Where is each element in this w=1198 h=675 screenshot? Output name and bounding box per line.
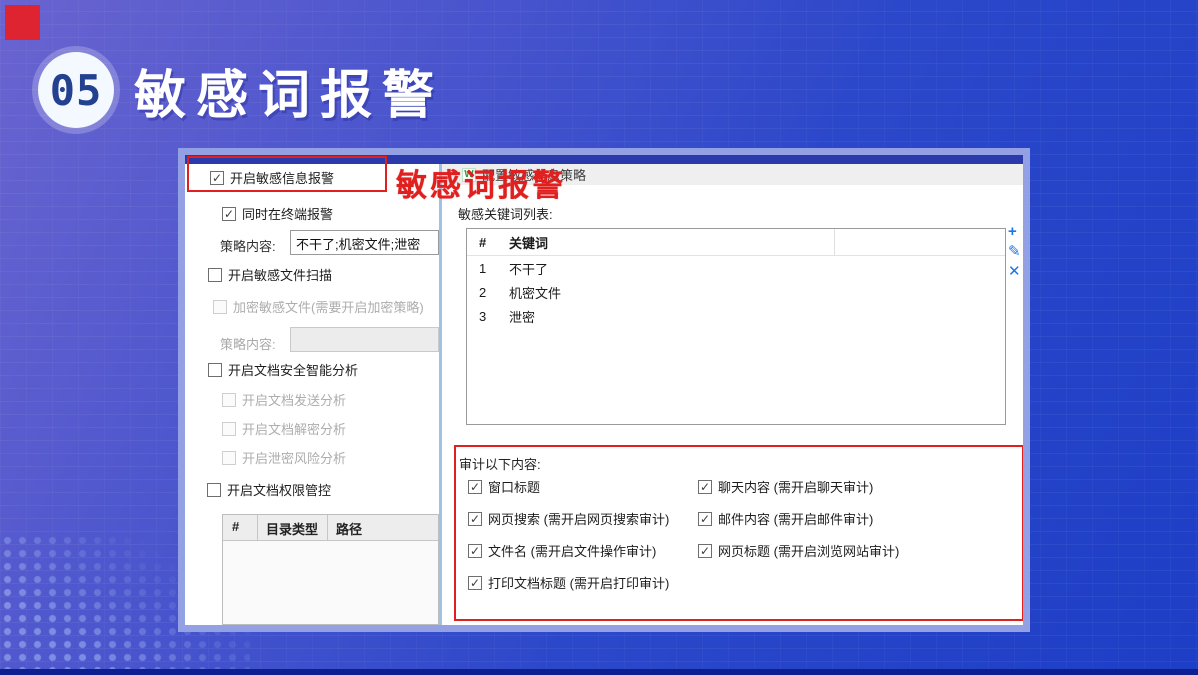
delete-keyword-icon[interactable]: ✕ xyxy=(1008,264,1021,280)
column-header-dir-type: 目录类型 xyxy=(258,515,328,540)
checkbox-label: 开启泄密风险分析 xyxy=(242,448,346,467)
checkbox-icon[interactable] xyxy=(213,300,227,314)
checkbox-enable-sensitive-alert[interactable]: ✓ 开启敏感信息报警 xyxy=(210,168,334,187)
audit-checkbox[interactable]: ✓ 窗口标题 xyxy=(468,477,669,496)
checkbox-icon[interactable] xyxy=(222,451,236,465)
policy-content-label: 策略内容: xyxy=(220,236,276,255)
directory-table-header: # 目录类型 路径 xyxy=(223,515,438,541)
audit-column-right: ✓ 聊天内容 (需开启聊天审计) ✓ 邮件内容 (需开启邮件审计) ✓ xyxy=(698,477,899,560)
checkbox-label: 开启文档解密分析 xyxy=(242,419,346,438)
keyword-table-header: # 关键词 xyxy=(467,229,1005,256)
footer-bar xyxy=(0,669,1198,675)
keyword-row[interactable]: 1 不干了 xyxy=(467,256,1005,280)
audit-content-section: 审计以下内容: ✓ 窗口标题 ✓ 网页搜索 (需开启网页搜索审计) xyxy=(454,445,1023,621)
checkbox-icon[interactable]: ✓ xyxy=(468,544,482,558)
checkbox-label: 加密敏感文件(需要开启加密策略) xyxy=(233,297,424,316)
checkbox-icon[interactable]: ✓ xyxy=(698,480,712,494)
keyword-row[interactable]: 2 机密文件 xyxy=(467,280,1005,304)
audit-checkbox[interactable]: ✓ 网页搜索 (需开启网页搜索审计) xyxy=(468,509,669,528)
keyword-index: 1 xyxy=(467,261,507,276)
configure-sensitive-policy-window: W 配置敏感信息策略 敏感关键词列表: # 关键词 1 xyxy=(439,164,1023,625)
checkbox-icon[interactable]: ✓ xyxy=(222,207,236,221)
checkbox-label: 开启敏感文件扫描 xyxy=(228,265,332,284)
audit-column-left: ✓ 窗口标题 ✓ 网页搜索 (需开启网页搜索审计) ✓ 文件名 (需 xyxy=(468,477,669,592)
checkbox-label: 同时在终端报警 xyxy=(242,204,333,223)
audit-section-label: 审计以下内容: xyxy=(459,454,541,473)
corner-accent-square xyxy=(5,5,40,40)
section-number-badge: 05 xyxy=(38,52,114,128)
checkbox-doc-send-analysis[interactable]: 开启文档发送分析 xyxy=(222,390,346,409)
keyword-list-label: 敏感关键词列表: xyxy=(458,204,553,223)
checkbox-icon[interactable] xyxy=(208,268,222,282)
checkbox-label: 网页搜索 (需开启网页搜索审计) xyxy=(488,509,669,528)
slide-title: 敏感词报警 xyxy=(134,53,444,128)
checkbox-terminal-alert[interactable]: ✓ 同时在终端报警 xyxy=(222,204,333,223)
column-header-path: 路径 xyxy=(328,515,438,540)
column-divider xyxy=(834,229,835,256)
checkbox-label: 窗口标题 xyxy=(488,477,540,496)
checkbox-icon[interactable] xyxy=(207,483,221,497)
keyword-text: 不干了 xyxy=(507,259,1005,278)
checkbox-label: 邮件内容 (需开启邮件审计) xyxy=(718,509,873,528)
keyword-rows: 1 不干了 2 机密文件 3 泄密 xyxy=(467,256,1005,328)
checkbox-icon[interactable]: ✓ xyxy=(698,544,712,558)
checkbox-icon[interactable] xyxy=(222,393,236,407)
keyword-toolbar: + ✎ ✕ xyxy=(1008,224,1021,280)
keyword-index: 2 xyxy=(467,285,507,300)
column-header-keyword: 关键词 xyxy=(507,233,1005,252)
add-keyword-icon[interactable]: + xyxy=(1008,224,1021,240)
audit-checkbox[interactable]: ✓ 网页标题 (需开启浏览网站审计) xyxy=(698,541,899,560)
checkbox-doc-decrypt-analysis[interactable]: 开启文档解密分析 xyxy=(222,419,346,438)
checkbox-sensitive-file-scan[interactable]: 开启敏感文件扫描 xyxy=(208,265,332,284)
checkbox-encrypt-sensitive-file[interactable]: 加密敏感文件(需要开启加密策略) xyxy=(213,297,424,316)
keyword-row[interactable]: 3 泄密 xyxy=(467,304,1005,328)
checkbox-label: 开启文档发送分析 xyxy=(242,390,346,409)
checkbox-label: 开启文档权限管控 xyxy=(227,480,331,499)
keyword-index: 3 xyxy=(467,309,507,324)
checkbox-icon[interactable]: ✓ xyxy=(468,512,482,526)
checkbox-icon[interactable]: ✓ xyxy=(210,171,224,185)
checkbox-icon[interactable] xyxy=(222,422,236,436)
checkbox-icon[interactable]: ✓ xyxy=(468,480,482,494)
keyword-text: 泄密 xyxy=(507,307,1005,326)
policy-content2-input[interactable] xyxy=(290,327,439,352)
keyword-table[interactable]: # 关键词 1 不干了 2 机密文件 xyxy=(466,228,1006,425)
checkbox-leak-risk-analysis[interactable]: 开启泄密风险分析 xyxy=(222,448,346,467)
checkbox-label: 打印文档标题 (需开启打印审计) xyxy=(488,573,669,592)
audit-checkbox[interactable]: ✓ 打印文档标题 (需开启打印审计) xyxy=(468,573,669,592)
checkbox-label: 聊天内容 (需开启聊天审计) xyxy=(718,477,873,496)
checkbox-icon[interactable]: ✓ xyxy=(698,512,712,526)
policy-content-input[interactable]: 不干了;机密文件;泄密 xyxy=(290,230,439,255)
dialog-inner: ✓ 开启敏感信息报警 ✓ 同时在终端报警 策略内容: 不干了;机密文件;泄密 开… xyxy=(185,155,1023,625)
red-annotation-text: 敏感词报警 xyxy=(396,160,566,205)
settings-dialog: ✓ 开启敏感信息报警 ✓ 同时在终端报警 策略内容: 不干了;机密文件;泄密 开… xyxy=(178,148,1030,632)
edit-keyword-icon[interactable]: ✎ xyxy=(1008,244,1021,260)
audit-checkbox[interactable]: ✓ 文件名 (需开启文件操作审计) xyxy=(468,541,669,560)
directory-table[interactable]: # 目录类型 路径 xyxy=(222,514,439,625)
audit-checkbox[interactable]: ✓ 邮件内容 (需开启邮件审计) xyxy=(698,509,899,528)
section-number: 05 xyxy=(50,66,103,115)
checkbox-label: 文件名 (需开启文件操作审计) xyxy=(488,541,656,560)
checkbox-icon[interactable] xyxy=(208,363,222,377)
audit-checkbox[interactable]: ✓ 聊天内容 (需开启聊天审计) xyxy=(698,477,899,496)
checkbox-label: 开启文档安全智能分析 xyxy=(228,360,358,379)
checkbox-label: 网页标题 (需开启浏览网站审计) xyxy=(718,541,899,560)
checkbox-doc-permission-control[interactable]: 开启文档权限管控 xyxy=(207,480,331,499)
checkbox-icon[interactable]: ✓ xyxy=(468,576,482,590)
sensitive-policy-panel: ✓ 开启敏感信息报警 ✓ 同时在终端报警 策略内容: 不干了;机密文件;泄密 开… xyxy=(185,164,439,625)
checkbox-doc-ai-analysis[interactable]: 开启文档安全智能分析 xyxy=(208,360,358,379)
keyword-text: 机密文件 xyxy=(507,283,1005,302)
checkbox-label: 开启敏感信息报警 xyxy=(230,168,334,187)
slide-title-row: 05 敏感词报警 xyxy=(38,52,444,128)
column-header-num: # xyxy=(223,515,258,540)
column-header-num: # xyxy=(467,235,507,250)
policy-content2-label: 策略内容: xyxy=(220,334,276,353)
slide-background: 05 敏感词报警 敏感词报警 ✓ 开启敏感信息报警 ✓ 同时在终端报警 策略内容… xyxy=(0,0,1198,675)
